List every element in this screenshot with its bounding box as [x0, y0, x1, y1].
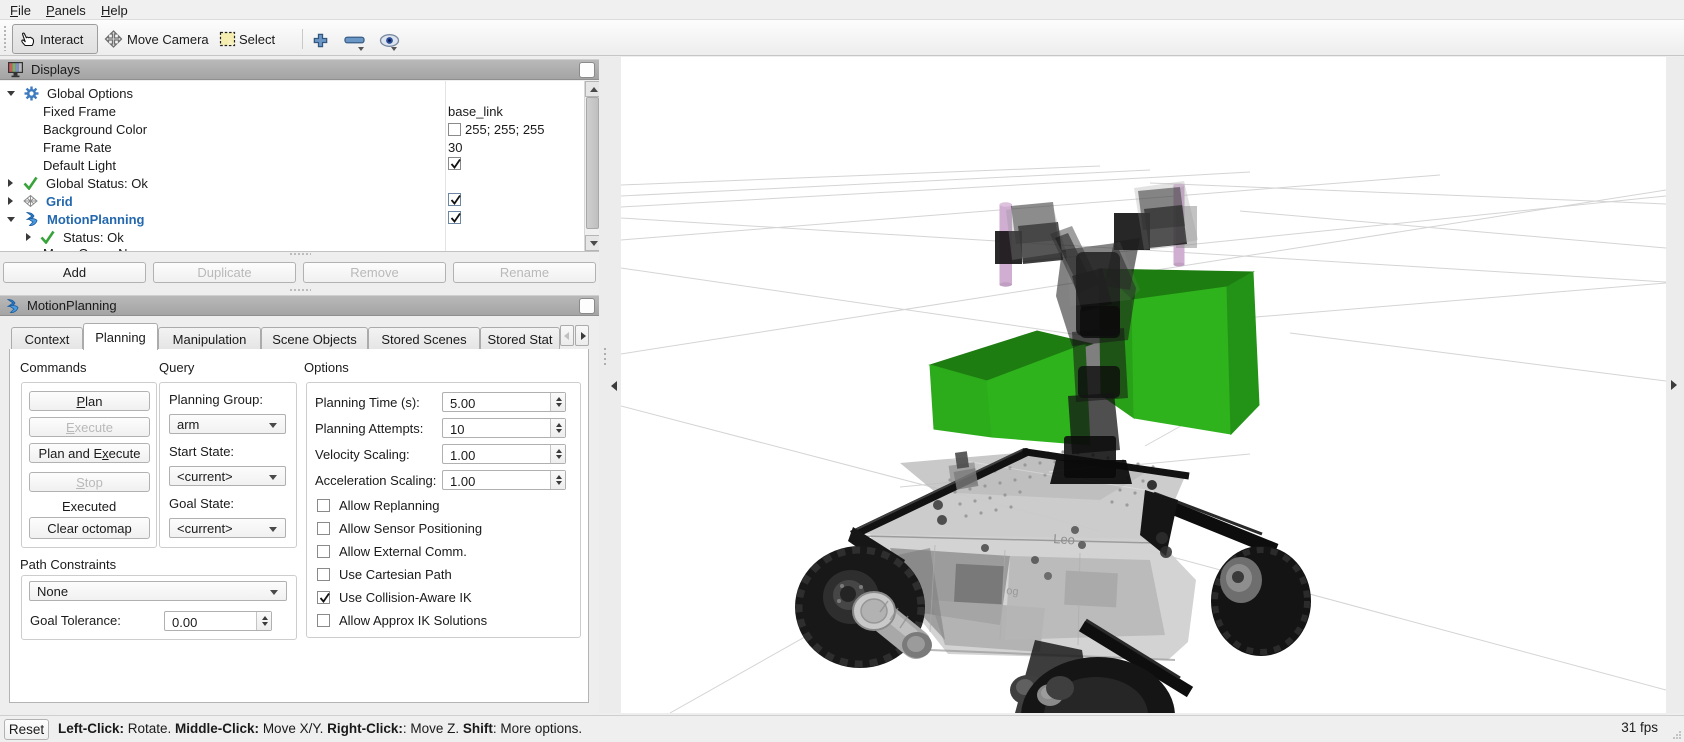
- svg-text:Leo: Leo: [1053, 531, 1076, 547]
- svg-text:og: og: [1006, 585, 1019, 598]
